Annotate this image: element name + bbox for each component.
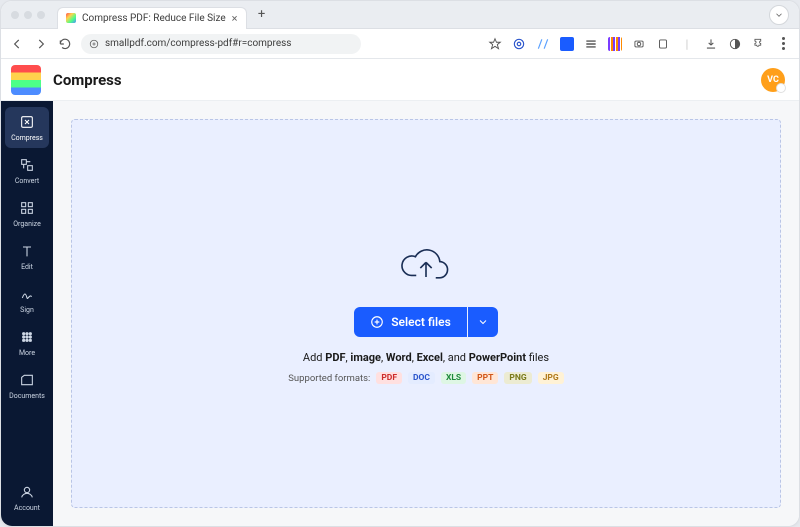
sidebar-item-label: Convert [15,177,39,185]
page-title: Compress [53,71,122,89]
sidebar-item-documents[interactable]: Documents [5,365,49,406]
supported-formats: Supported formats: PDF DOC XLS PPT PNG J… [288,372,563,384]
sidebar-item-label: Documents [9,392,45,400]
sidebar-item-label: Account [14,504,40,512]
browser-tab[interactable]: Compress PDF: Reduce File Size × [57,7,247,29]
extension-icon-1[interactable] [511,36,527,52]
caption-text: , and [443,351,469,364]
extension-icon-5[interactable] [607,36,623,52]
select-files-label: Select files [391,315,451,329]
cloud-upload-icon [400,243,452,289]
extension-icon-7[interactable] [655,36,671,52]
select-files-button[interactable]: Select files [354,307,467,337]
window-controls[interactable] [11,11,45,19]
main-panel: Select files Add PDF, image, Word, Excel… [53,101,799,526]
caption-bold: Excel [417,351,443,364]
sidebar-item-sign[interactable]: Sign [5,279,49,320]
select-files-group: Select files [354,307,498,337]
reload-button[interactable] [57,36,73,52]
extension-icon-3[interactable] [559,36,575,52]
dropzone-content: Select files Add PDF, image, Word, Excel… [288,243,563,384]
format-badge-ppt: PPT [472,372,498,384]
app-logo-icon[interactable] [11,65,41,95]
favicon-icon [66,13,76,23]
more-grid-icon [18,328,36,346]
format-badge-xls: XLS [441,372,466,384]
sign-icon [18,285,36,303]
sidebar-item-account[interactable]: Account [5,477,49,518]
app-header: Compress VC [1,59,799,101]
file-dropzone[interactable]: Select files Add PDF, image, Word, Excel… [71,119,781,508]
select-files-dropdown[interactable] [468,307,498,337]
url-text: smallpdf.com/compress-pdf#r=compress [105,38,291,49]
sidebar-item-label: Organize [13,220,41,228]
back-button[interactable] [9,36,25,52]
app-body: Compress Convert Organize Edit Sign [1,101,799,526]
extension-icon-6[interactable] [631,36,647,52]
download-icon[interactable] [703,36,719,52]
sidebar-item-label: Compress [11,134,43,142]
new-tab-button[interactable]: + [253,6,271,24]
tab-title: Compress PDF: Reduce File Size [82,13,226,24]
extensions-puzzle-icon[interactable] [751,36,767,52]
account-icon [18,483,36,501]
sidebar-item-convert[interactable]: Convert [5,150,49,191]
supported-label: Supported formats: [288,373,370,384]
avatar[interactable]: VC [761,68,785,92]
address-bar: smallpdf.com/compress-pdf#r=compress [1,29,799,59]
format-badge-doc: DOC [408,372,435,384]
format-badge-png: PNG [504,372,531,384]
browser-window: Compress PDF: Reduce File Size × + small… [0,0,800,527]
divider-icon: | [679,36,695,52]
sidebar-item-edit[interactable]: Edit [5,236,49,277]
site-info-icon[interactable] [89,39,99,49]
traffic-close-icon[interactable] [11,11,19,19]
sidebar-item-label: More [19,349,35,357]
plus-circle-icon [370,315,384,329]
menu-button[interactable] [775,36,791,52]
forward-button[interactable] [33,36,49,52]
format-badge-pdf: PDF [376,372,402,384]
traffic-max-icon[interactable] [37,11,45,19]
extension-icon-2[interactable] [535,36,551,52]
caption-bold: PowerPoint [469,351,526,364]
caption-bold: image [350,351,381,364]
extension-icon-4[interactable] [583,36,599,52]
chevron-down-icon [477,316,489,328]
caption-bold: Word [386,351,412,364]
caption-bold: PDF [325,351,345,364]
sidebar-item-more[interactable]: More [5,322,49,363]
avatar-initials: VC [767,75,779,85]
convert-icon [18,156,36,174]
omnibox[interactable]: smallpdf.com/compress-pdf#r=compress [81,34,361,54]
documents-icon [18,371,36,389]
app-viewport: Compress VC Compress Convert Organize [1,59,799,526]
caption-text: Add [303,351,325,364]
expand-window-button[interactable] [769,5,789,25]
sidebar: Compress Convert Organize Edit Sign [1,101,53,526]
organize-icon [18,199,36,217]
sidebar-item-organize[interactable]: Organize [5,193,49,234]
extension-icon-8[interactable] [727,36,743,52]
sidebar-item-label: Sign [20,306,34,314]
sidebar-item-compress[interactable]: Compress [5,107,49,148]
close-tab-icon[interactable]: × [232,12,238,25]
bookmark-star-icon[interactable] [487,36,503,52]
toolbar-right: | [487,36,791,52]
traffic-min-icon[interactable] [24,11,32,19]
upload-caption: Add PDF, image, Word, Excel, and PowerPo… [303,351,549,364]
caption-text: files [526,351,549,364]
sidebar-item-label: Edit [21,263,33,271]
compress-icon [18,113,36,131]
format-badge-jpg: JPG [538,372,564,384]
tab-strip: Compress PDF: Reduce File Size × + [1,1,799,29]
edit-icon [18,242,36,260]
